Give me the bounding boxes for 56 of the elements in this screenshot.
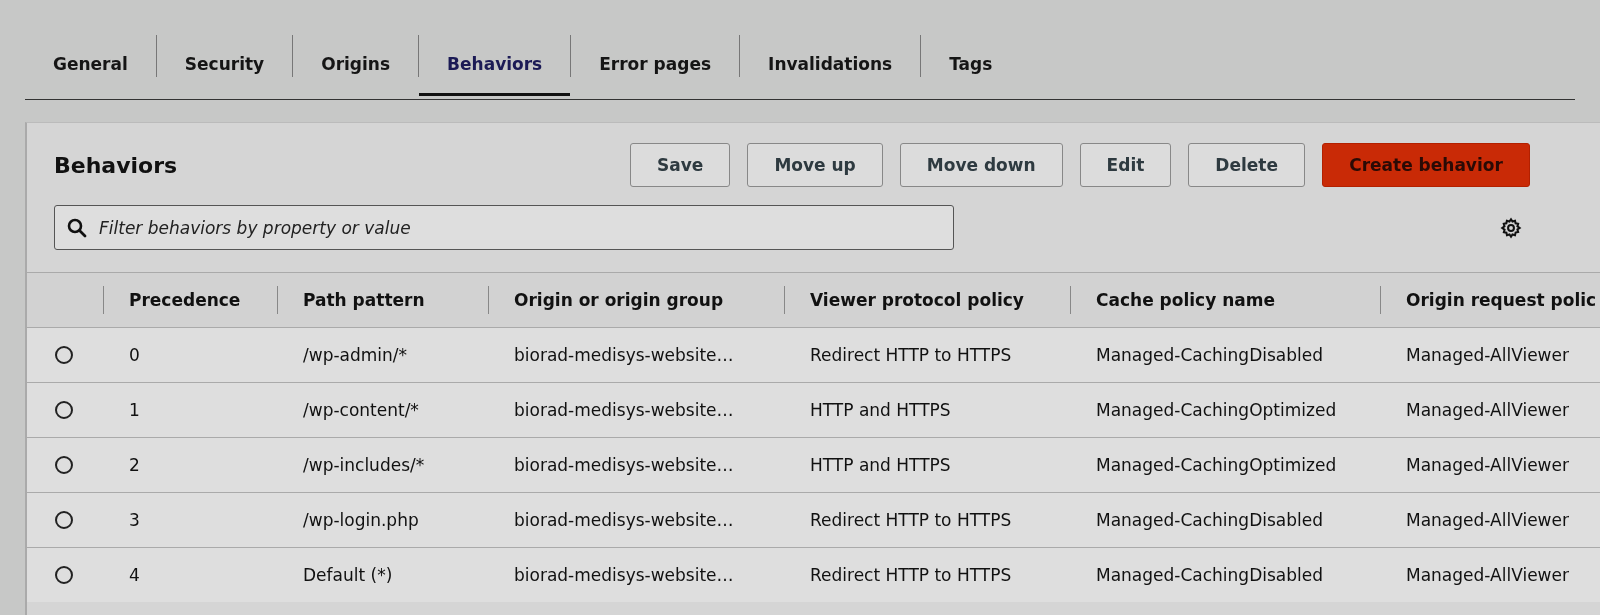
table-cell: Redirect HTTP to HTTPS xyxy=(810,345,1012,365)
table-cell: Managed-CachingDisabled xyxy=(1096,565,1323,585)
row-radio[interactable] xyxy=(55,346,73,364)
action-button[interactable]: Save xyxy=(630,143,731,187)
action-button[interactable]: Move down xyxy=(899,143,1063,187)
row-radio[interactable] xyxy=(55,456,73,474)
column-header[interactable]: Path pattern xyxy=(303,290,425,310)
table-cell: Redirect HTTP to HTTPS xyxy=(810,565,1012,585)
tab[interactable]: Error pages xyxy=(571,34,740,96)
row-radio[interactable] xyxy=(55,566,73,584)
tab[interactable]: Tags xyxy=(921,34,1021,96)
table-cell: /wp-includes/* xyxy=(303,455,425,475)
table-cell: Managed-AllViewer xyxy=(1406,510,1569,530)
table-cell: 2 xyxy=(129,455,140,475)
action-button[interactable]: Move up xyxy=(747,143,883,187)
action-button[interactable]: Delete xyxy=(1188,143,1305,187)
table-cell: 1 xyxy=(129,400,140,420)
action-button[interactable]: Edit xyxy=(1079,143,1172,187)
table-cell: Managed-CachingOptimized xyxy=(1096,400,1337,420)
column-header[interactable]: Origin or origin group xyxy=(514,290,724,310)
tab[interactable]: Behaviors xyxy=(419,34,571,96)
table-cell: Managed-CachingOptimized xyxy=(1096,455,1337,475)
table-cell: Managed-CachingDisabled xyxy=(1096,510,1323,530)
row-radio[interactable] xyxy=(55,511,73,529)
tab[interactable]: Invalidations xyxy=(740,34,921,96)
tab[interactable]: Origins xyxy=(293,34,419,96)
table-cell: Managed-AllViewer xyxy=(1406,455,1569,475)
table-cell: 0 xyxy=(129,345,140,365)
settings-icon[interactable] xyxy=(1500,216,1522,239)
tab[interactable]: General xyxy=(25,34,156,96)
table-cell: Redirect HTTP to HTTPS xyxy=(810,510,1012,530)
tab[interactable]: Security xyxy=(156,34,293,96)
column-header[interactable]: Origin request polic xyxy=(1406,290,1597,310)
column-header[interactable]: Cache policy name xyxy=(1096,290,1275,310)
table-cell: Managed-AllViewer xyxy=(1406,345,1569,365)
table-cell: Managed-AllViewer xyxy=(1406,400,1569,420)
table-cell: biorad-medisys-website… xyxy=(514,400,734,420)
table-cell: 4 xyxy=(129,565,140,585)
table-cell: Managed-AllViewer xyxy=(1406,565,1569,585)
table-cell: /wp-content/* xyxy=(303,400,419,420)
column-header[interactable]: Viewer protocol policy xyxy=(810,290,1024,310)
row-radio[interactable] xyxy=(55,401,73,419)
column-header[interactable]: Precedence xyxy=(129,290,241,310)
table-cell: Managed-CachingDisabled xyxy=(1096,345,1323,365)
panel-title: Behaviors xyxy=(54,152,178,178)
table-cell: HTTP and HTTPS xyxy=(810,400,951,420)
table-cell: 3 xyxy=(129,510,140,530)
table-cell: biorad-medisys-website… xyxy=(514,565,734,585)
table-cell: Default (*) xyxy=(303,565,393,585)
table-cell: biorad-medisys-website… xyxy=(514,455,734,475)
table-cell: HTTP and HTTPS xyxy=(810,455,951,475)
table-cell: biorad-medisys-website… xyxy=(514,345,734,365)
table-cell: /wp-login.php xyxy=(303,510,419,530)
search-field[interactable]: Filter behaviors by property or value xyxy=(54,205,954,250)
table-cell: biorad-medisys-website… xyxy=(514,510,734,530)
table-cell: /wp-admin/* xyxy=(303,345,408,365)
